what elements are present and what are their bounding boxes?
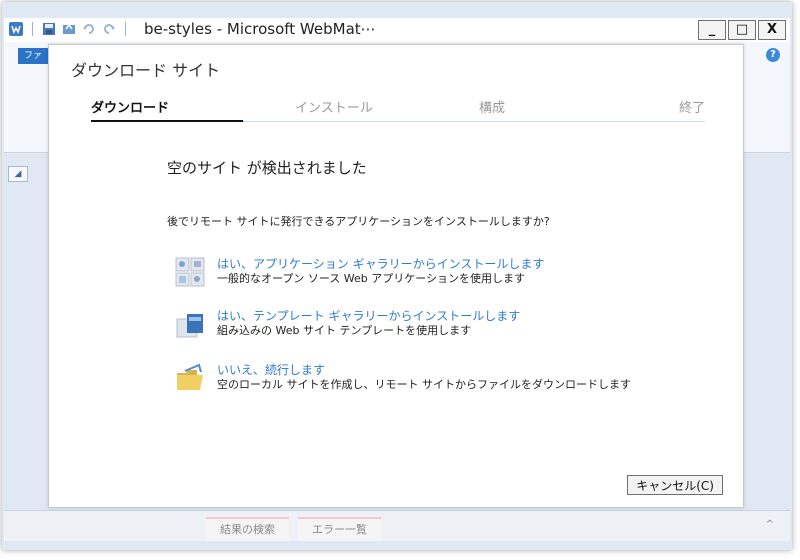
chevron-up-icon[interactable]: ^ — [766, 519, 774, 530]
toolbar-separator — [125, 22, 126, 36]
toolbar-separator — [32, 22, 33, 36]
dialog-title: ダウンロード サイト — [71, 61, 221, 80]
option-continue[interactable]: いいえ、続行します 空のローカル サイトを作成し、リモート サイトからファイルを… — [175, 363, 631, 393]
window-title: be-styles - Microsoft WebMat⋯ — [144, 20, 376, 38]
redo-icon[interactable] — [101, 21, 117, 37]
ribbon-file-tab[interactable]: ファ — [18, 48, 48, 64]
step-download: ダウンロード — [91, 101, 170, 116]
dialog-heading: 空のサイト が検出されました — [167, 159, 367, 177]
app-gallery-link[interactable]: はい、アプリケーション ギャラリーからインストールします — [217, 257, 544, 272]
continue-description: 空のローカル サイトを作成し、リモート サイトからファイルをダウンロードします — [217, 378, 631, 391]
active-step-indicator — [91, 120, 243, 122]
webmatrix-logo-icon — [8, 21, 24, 37]
save-icon[interactable] — [41, 21, 57, 37]
undo-icon[interactable] — [81, 21, 97, 37]
site-tree-node-icon[interactable]: ◢ — [8, 166, 28, 182]
option-template-gallery[interactable]: はい、テンプレート ギャラリーからインストールします 組み込みの Web サイト… — [175, 309, 520, 339]
tab-find-results[interactable]: 結果の検索 — [206, 517, 289, 541]
window-controls: _ □ X — [698, 20, 786, 40]
close-button[interactable]: X — [758, 20, 786, 40]
option-app-gallery[interactable]: はい、アプリケーション ギャラリーからインストールします 一般的なオープン ソー… — [175, 257, 544, 287]
minimize-button[interactable]: _ — [698, 20, 726, 40]
publish-icon[interactable] — [61, 21, 77, 37]
step-configure: 構成 — [479, 101, 506, 116]
folder-icon — [175, 363, 205, 393]
dialog-question: 後でリモート サイトに発行できるアプリケーションをインストールしますか? — [167, 215, 550, 228]
download-site-dialog: ダウンロード サイト ダウンロード インストール 構成 終了 空のサイト が検出… — [48, 44, 744, 508]
template-gallery-icon — [175, 309, 205, 339]
quick-access-toolbar — [8, 21, 130, 37]
maximize-button[interactable]: □ — [728, 20, 756, 40]
app-gallery-description: 一般的なオープン ソース Web アプリケーションを使用します — [217, 272, 526, 285]
template-gallery-link[interactable]: はい、テンプレート ギャラリーからインストールします — [217, 309, 520, 324]
help-icon[interactable]: ? — [766, 48, 780, 62]
cancel-button[interactable]: キャンセル(C) — [627, 475, 723, 495]
step-finish: 終了 — [679, 101, 706, 116]
title-bar: be-styles - Microsoft WebMat⋯ _ □ X — [4, 18, 790, 42]
bottom-panel-bar: 結果の検索 エラー一覧 ^ — [4, 510, 790, 541]
continue-link[interactable]: いいえ、続行します — [217, 363, 631, 378]
wizard-steps: ダウンロード インストール 構成 終了 — [91, 95, 705, 125]
template-gallery-description: 組み込みの Web サイト テンプレートを使用します — [217, 324, 472, 337]
tab-error-list[interactable]: エラー一覧 — [298, 517, 381, 541]
step-install: インストール — [295, 101, 373, 116]
app-gallery-icon — [175, 257, 205, 287]
